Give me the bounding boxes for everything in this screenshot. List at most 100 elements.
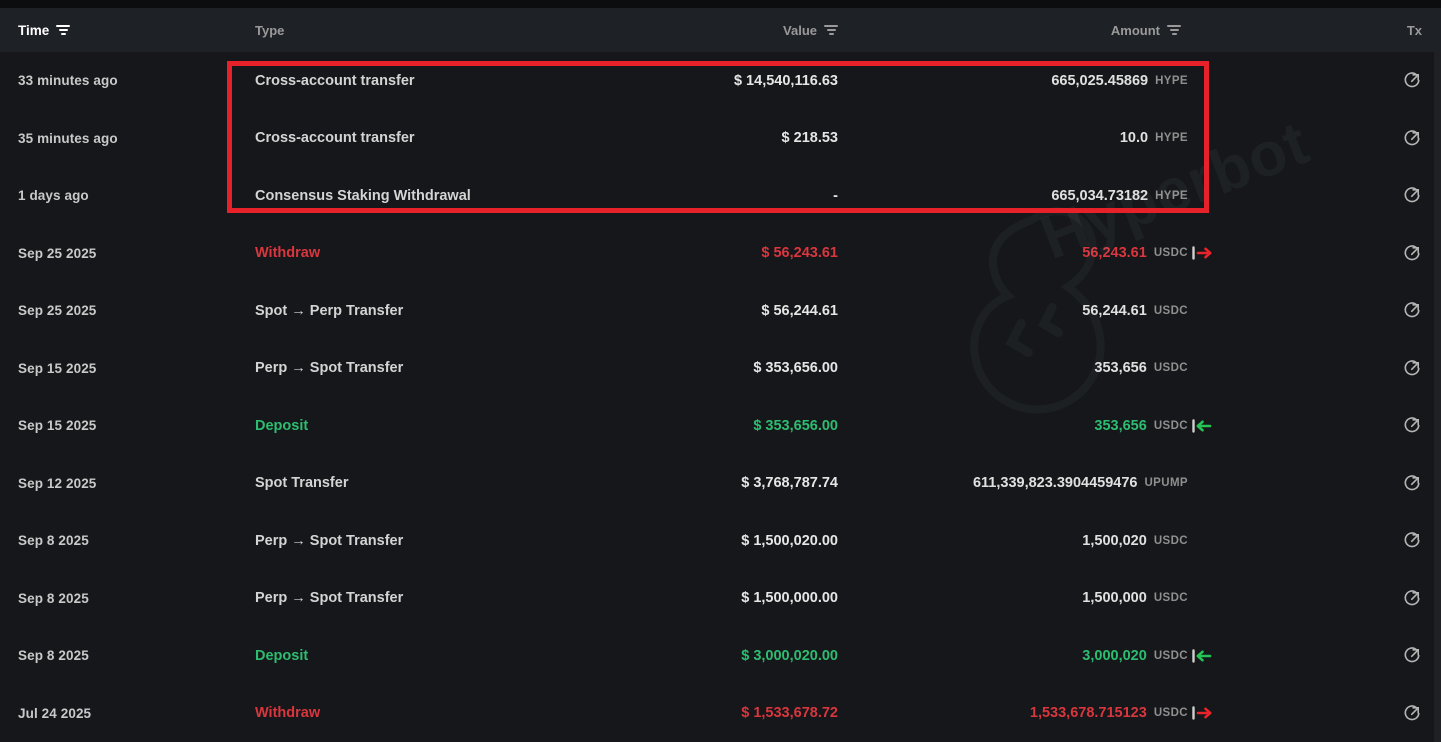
table-row: Sep 8 2025 Perp → Spot Transfer $ 1,500,… (0, 570, 1441, 628)
deposit-in-icon (1191, 649, 1213, 663)
type-cell: Cross-account transfer (240, 73, 640, 89)
amount-cell: 611,339,823.3904459476 UPUMP (838, 474, 1213, 492)
value-cell: $ 3,000,020.00 (640, 648, 838, 664)
time-cell: Sep 25 2025 (0, 246, 240, 261)
table-row: Sep 25 2025 Withdraw $ 56,243.61 56,243.… (0, 225, 1441, 283)
direction-slot (1188, 704, 1213, 722)
time-cell: 33 minutes ago (0, 73, 240, 88)
type-cell: Deposit (240, 648, 640, 664)
tx-cell (1213, 416, 1441, 435)
direction-slot (1188, 359, 1213, 377)
direction-slot (1188, 474, 1213, 492)
amount-cell: 10.0 HYPE (838, 129, 1213, 147)
direction-slot (1188, 72, 1213, 90)
amount-number: 10.0 (1120, 130, 1148, 146)
column-header-tx: Tx (1213, 23, 1441, 38)
type-cell: Withdraw (240, 245, 640, 261)
withdraw-out-icon (1191, 706, 1213, 720)
value-cell: $ 353,656.00 (640, 360, 838, 376)
amount-cell: 665,025.45869 HYPE (838, 72, 1213, 90)
tx-cell (1213, 589, 1441, 608)
amount-number: 3,000,020 (1082, 648, 1147, 664)
coin-label: USDC (1154, 420, 1188, 432)
sort-filter-icon[interactable] (1167, 25, 1181, 35)
column-header-amount[interactable]: Amount (838, 23, 1213, 38)
value-cell: $ 1,500,000.00 (640, 590, 838, 606)
table-row: Sep 8 2025 Perp → Spot Transfer $ 1,500,… (0, 512, 1441, 570)
time-cell: 35 minutes ago (0, 131, 240, 146)
tx-explorer-link-icon[interactable] (1403, 71, 1422, 90)
sort-filter-icon[interactable] (56, 25, 70, 35)
amount-cell: 1,500,000 USDC (838, 589, 1213, 607)
tx-explorer-link-icon[interactable] (1403, 129, 1422, 148)
tx-explorer-link-icon[interactable] (1403, 244, 1422, 263)
tx-explorer-link-icon[interactable] (1403, 531, 1422, 550)
value-cell: $ 218.53 (640, 130, 838, 146)
amount-cell: 56,243.61 USDC (838, 244, 1213, 262)
amount-number: 1,533,678.715123 (1030, 705, 1147, 721)
time-cell: Sep 25 2025 (0, 303, 240, 318)
value-cell: $ 353,656.00 (640, 418, 838, 434)
value-cell: - (640, 188, 838, 204)
type-cell: Cross-account transfer (240, 130, 640, 146)
value-cell: $ 56,244.61 (640, 303, 838, 319)
tx-cell (1213, 71, 1441, 90)
amount-number: 56,244.61 (1082, 303, 1147, 319)
type-cell: Spot Transfer (240, 475, 640, 491)
deposit-in-icon (1191, 419, 1213, 433)
amount-cell: 56,244.61 USDC (838, 302, 1213, 320)
direction-slot (1188, 417, 1213, 435)
sort-filter-icon[interactable] (824, 25, 838, 35)
direction-slot (1188, 589, 1213, 607)
tx-explorer-link-icon[interactable] (1403, 589, 1422, 608)
amount-number: 353,656 (1094, 418, 1146, 434)
amount-number: 353,656 (1094, 360, 1146, 376)
tx-explorer-link-icon[interactable] (1403, 301, 1422, 320)
table-row: 35 minutes ago Cross-account transfer $ … (0, 110, 1441, 168)
time-cell: Sep 8 2025 (0, 533, 240, 548)
time-cell: Sep 8 2025 (0, 591, 240, 606)
value-cell: $ 1,500,020.00 (640, 533, 838, 549)
table-row: 33 minutes ago Cross-account transfer $ … (0, 52, 1441, 110)
type-cell: Consensus Staking Withdrawal (240, 188, 640, 204)
coin-label: UPUMP (1144, 477, 1188, 489)
amount-cell: 665,034.73182 HYPE (838, 187, 1213, 205)
coin-label: USDC (1154, 247, 1188, 259)
type-cell: Perp → Spot Transfer (240, 590, 640, 606)
value-cell: $ 1,533,678.72 (640, 705, 838, 721)
tx-explorer-link-icon[interactable] (1403, 359, 1422, 378)
tx-cell (1213, 704, 1441, 723)
tx-explorer-link-icon[interactable] (1403, 646, 1422, 665)
tx-explorer-link-icon[interactable] (1403, 416, 1422, 435)
coin-label: USDC (1154, 592, 1188, 604)
coin-label: HYPE (1155, 132, 1188, 144)
coin-label: USDC (1154, 707, 1188, 719)
amount-number: 665,034.73182 (1051, 188, 1148, 204)
amount-cell: 353,656 USDC (838, 359, 1213, 377)
type-cell: Deposit (240, 418, 640, 434)
tx-explorer-link-icon[interactable] (1403, 704, 1422, 723)
tx-cell (1213, 474, 1441, 493)
value-cell: $ 56,243.61 (640, 245, 838, 261)
type-cell: Perp → Spot Transfer (240, 533, 640, 549)
coin-label: USDC (1154, 535, 1188, 547)
column-header-time[interactable]: Time (0, 23, 240, 38)
table-row: 1 days ago Consensus Staking Withdrawal … (0, 167, 1441, 225)
tx-cell (1213, 186, 1441, 205)
scrollbar-track[interactable] (1434, 52, 1441, 742)
table-row: Sep 12 2025 Spot Transfer $ 3,768,787.74… (0, 455, 1441, 513)
tx-cell (1213, 646, 1441, 665)
column-label-type: Type (255, 23, 284, 38)
amount-cell: 353,656 USDC (838, 417, 1213, 435)
amount-number: 56,243.61 (1082, 245, 1147, 261)
coin-label: USDC (1154, 305, 1188, 317)
column-header-value[interactable]: Value (640, 23, 838, 38)
column-label-amount: Amount (1111, 23, 1160, 38)
value-cell: $ 3,768,787.74 (640, 475, 838, 491)
tx-explorer-link-icon[interactable] (1403, 474, 1422, 493)
tx-explorer-link-icon[interactable] (1403, 186, 1422, 205)
direction-slot (1188, 244, 1213, 262)
table-row: Sep 15 2025 Perp → Spot Transfer $ 353,6… (0, 340, 1441, 398)
withdraw-out-icon (1191, 246, 1213, 260)
type-cell: Perp → Spot Transfer (240, 360, 640, 376)
